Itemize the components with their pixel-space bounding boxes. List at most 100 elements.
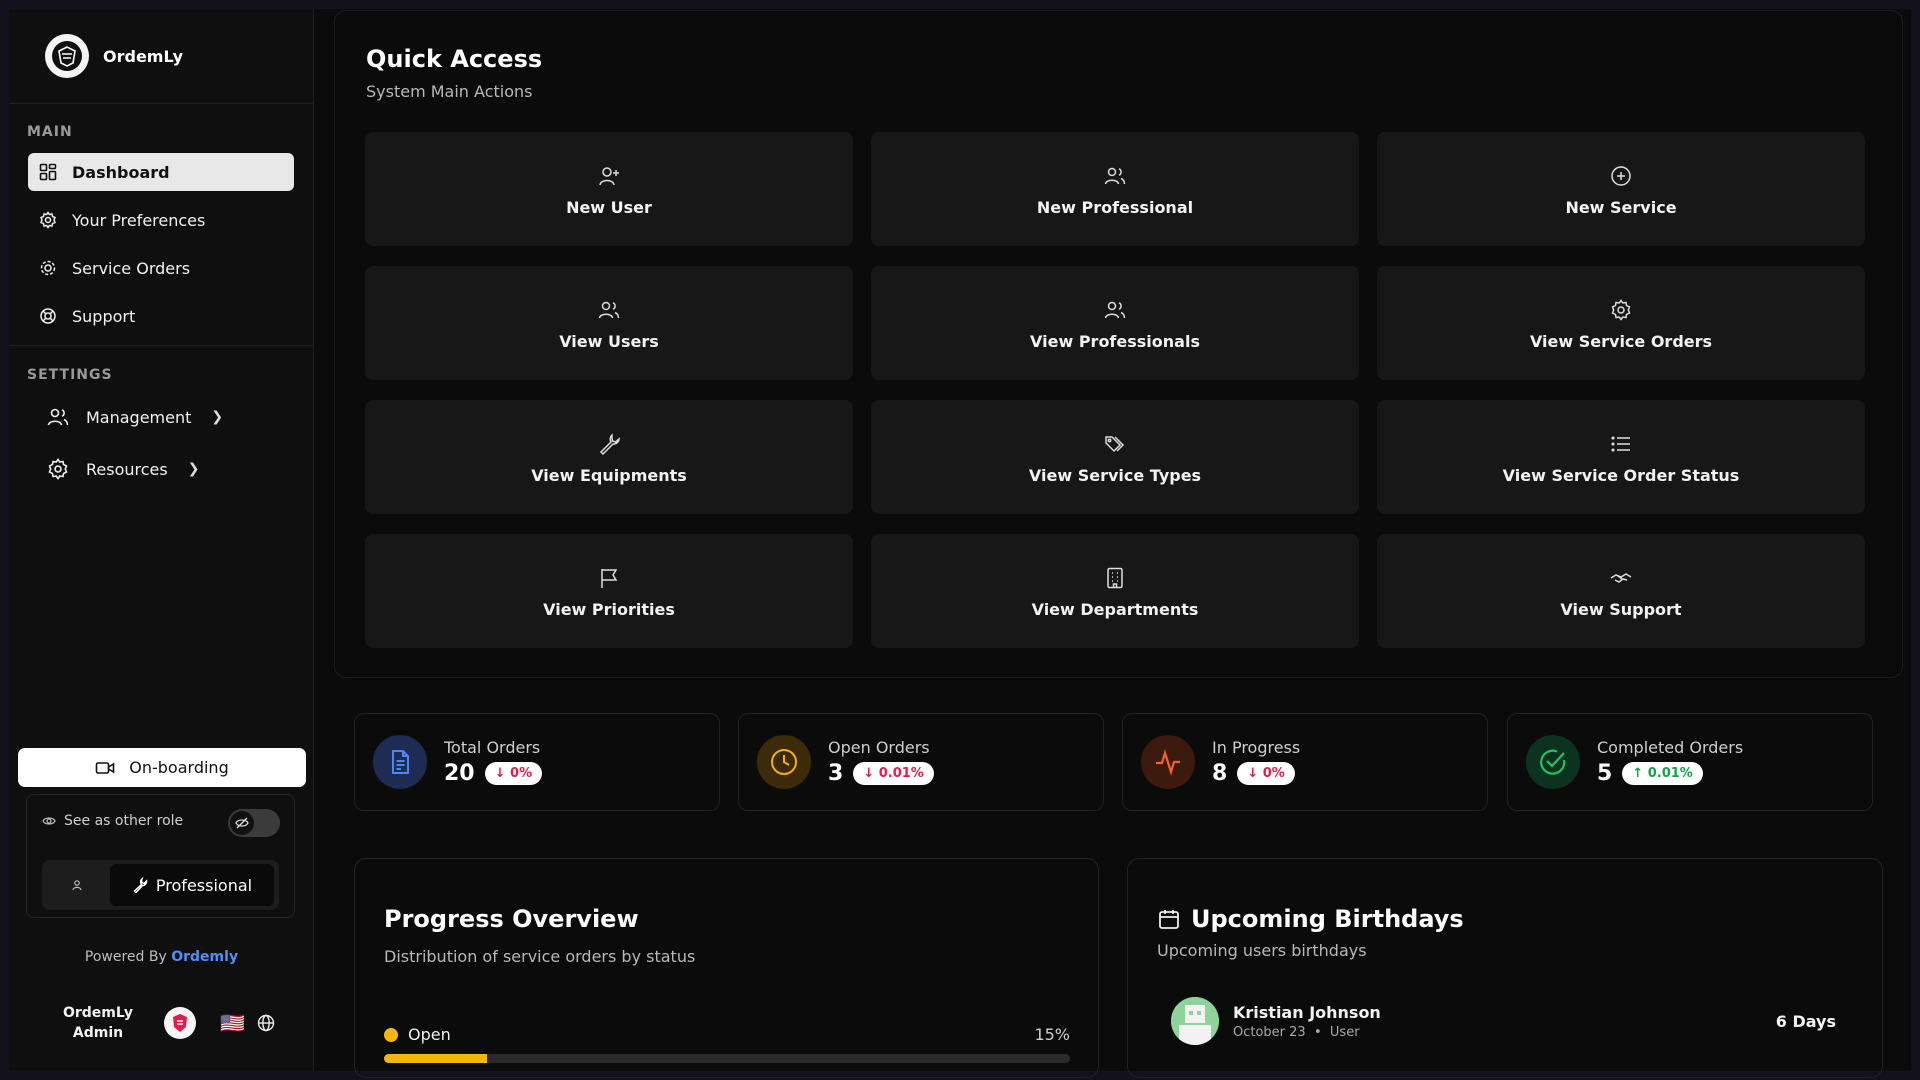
tile-view-service-types[interactable]: View Service Types [871,400,1359,514]
stat-label: In Progress [1212,738,1301,757]
tags-icon [1103,430,1127,458]
progress-row-open: Open 15% [384,1025,1070,1063]
stat-card-total-orders[interactable]: Total Orders 20 ↓ 0% [354,713,720,811]
sidebar-item-support[interactable]: Support [28,297,294,335]
sidebar-item-preferences[interactable]: Your Preferences [28,201,294,239]
sidebar-item-dashboard[interactable]: Dashboard [28,153,294,191]
birthday-role: User [1329,1024,1360,1040]
users-icon [1103,162,1127,190]
brand[interactable]: OrdemLy [9,9,313,104]
stat-card-in-progress[interactable]: In Progress 8 ↓ 0% [1122,713,1488,811]
progress-overview-title: Progress Overview [384,905,639,933]
tile-view-service-orders[interactable]: View Service Orders [1377,266,1865,380]
user-name-line1: OrdemLy [62,1005,133,1021]
cog-icon [38,258,58,278]
progress-percent: 15% [1034,1025,1070,1044]
main-section-label: MAIN [27,124,73,140]
sidebar-item-label: Your Preferences [72,210,206,230]
stat-card-open-orders[interactable]: Open Orders 3 ↓ 0.01% [738,713,1104,811]
building-icon [1103,564,1127,592]
user-name[interactable]: OrdemLy Admin [56,1003,140,1043]
birthday-days: 6 Days [1775,1011,1836,1031]
tile-new-service[interactable]: New Service [1377,132,1865,246]
cog-icon [1609,296,1633,324]
language-flag[interactable]: 🇺🇸 [220,1011,245,1035]
stat-value: 3 [828,761,844,786]
tile-label: View Departments [1031,599,1199,619]
plus-circle-icon [1609,162,1633,190]
handshake-icon [1609,564,1633,592]
birthdays-title: Upcoming Birthdays [1191,905,1464,933]
tile-view-service-order-status[interactable]: View Service Order Status [1377,400,1865,514]
role-switcher: See as other role Professional [26,794,295,918]
powered-brand-link[interactable]: Ordemly [171,949,238,965]
role-option-label: Professional [155,875,253,895]
progress-label: Open [408,1025,451,1044]
sidebar-item-label: Dashboard [72,162,170,182]
birthday-date: October 23 [1233,1024,1306,1040]
tile-new-professional[interactable]: New Professional [871,132,1359,246]
progress-overview-card: Progress Overview Distribution of servic… [354,858,1099,1078]
progress-bar [384,1054,1070,1063]
birthday-list-item[interactable]: Kristian Johnson October 23 • User 6 Day… [1171,996,1836,1046]
tile-new-user[interactable]: New User [365,132,853,246]
tile-view-users[interactable]: View Users [365,266,853,380]
birthdays-subtitle: Upcoming users birthdays [1157,941,1367,960]
calendar-icon [1157,907,1181,931]
user-plus-icon [597,162,621,190]
quick-access-title: Quick Access [366,45,543,73]
brand-name: OrdemLy [103,46,184,66]
stat-label: Open Orders [828,738,930,757]
stat-change: 0% [1262,766,1285,781]
arrow-up-icon: ↑ [1632,766,1648,781]
sidebar-item-label: Support [72,306,136,326]
clock-icon [757,735,811,789]
settings-icon [46,457,70,481]
tile-label: New Service [1565,197,1677,217]
wrench-icon [597,430,621,458]
sidebar-item-service-orders[interactable]: Service Orders [28,249,294,287]
powered-prefix: Powered By [84,949,167,965]
globe-icon[interactable] [257,1014,275,1032]
stat-change-badge: ↓ 0.01% [853,762,934,785]
role-option-user[interactable] [42,860,112,910]
document-icon [373,735,427,789]
tile-view-professionals[interactable]: View Professionals [871,266,1359,380]
upcoming-birthdays-card: Upcoming Birthdays Upcoming users birthd… [1127,858,1883,1078]
stat-change-badge: ↓ 0% [1237,762,1295,785]
settings-section-label: SETTINGS [27,367,113,383]
sidebar-group-management[interactable]: Management ❯ [9,391,313,443]
tile-view-priorities[interactable]: View Priorities [365,534,853,648]
arrow-down-icon: ↓ [494,766,511,781]
onboarding-label: On-boarding [129,758,229,777]
dashboard-icon [38,162,58,182]
see-as-role-label: See as other role [64,813,184,829]
check-circle-icon [1526,735,1580,789]
see-as-role-toggle[interactable] [228,809,280,837]
tile-label: View Equipments [531,465,687,485]
birthday-name: Kristian Johnson [1233,1002,1381,1022]
stat-value: 8 [1212,761,1228,786]
stat-card-completed-orders[interactable]: Completed Orders 5 ↑ 0.01% [1507,713,1873,811]
tile-label: View Service Order Status [1502,465,1740,485]
tile-label: New User [566,197,652,217]
tile-view-departments[interactable]: View Departments [871,534,1359,648]
avatar[interactable] [164,1007,196,1039]
activity-icon [1141,735,1195,789]
lifebuoy-icon [38,306,58,326]
sidebar-group-resources[interactable]: Resources ❯ [9,443,313,495]
sidebar-item-label: Service Orders [72,258,191,278]
stat-label: Completed Orders [1597,738,1744,757]
progress-bar-fill [384,1054,487,1063]
separator: • [1313,1024,1322,1040]
role-option-professional[interactable]: Professional [110,864,274,906]
flag-icon [597,564,621,592]
tile-view-support[interactable]: View Support [1377,534,1865,648]
tile-view-equipments[interactable]: View Equipments [365,400,853,514]
tile-label: View Professionals [1030,331,1200,351]
user-footer: OrdemLy Admin 🇺🇸 [56,1003,275,1043]
onboarding-button[interactable]: On-boarding [18,748,306,787]
powered-by: Powered By Ordemly [9,949,314,965]
stat-label: Total Orders [444,738,541,757]
quick-access-subtitle: System Main Actions [366,82,533,101]
